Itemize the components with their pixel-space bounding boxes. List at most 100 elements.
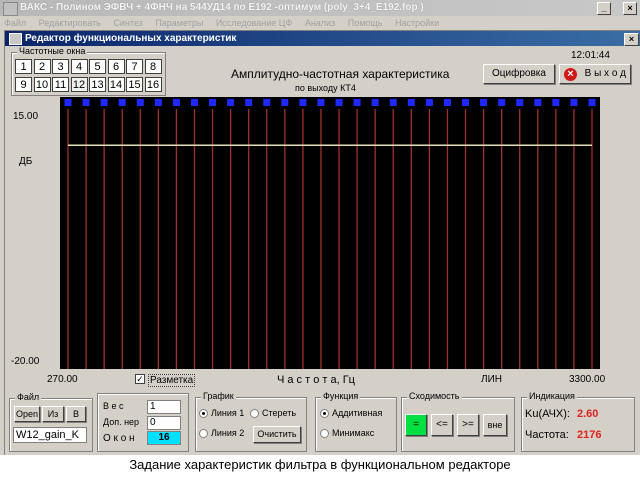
file-group-label: Файл [15,392,42,402]
line2-radio[interactable] [199,429,208,438]
menu-synthesis[interactable]: Синтез [113,16,142,30]
window-count-field[interactable]: 16 [147,431,181,445]
ge-button[interactable]: >= [457,414,479,436]
window-marker[interactable] [443,99,451,106]
erase-radio[interactable] [250,409,259,418]
additive-radio[interactable] [320,409,329,418]
window-marker[interactable] [570,99,578,106]
minimize-icon[interactable]: _ [597,2,611,15]
exit-button[interactable]: × В ы х о д [559,64,631,84]
window-marker[interactable] [462,99,470,106]
freq-window-button-1[interactable]: 1 [15,59,32,74]
window-marker[interactable] [245,99,253,106]
window-marker[interactable] [498,99,506,106]
freq-window-button-15[interactable]: 15 [126,77,143,92]
tolerance-field[interactable]: 0 [147,416,181,430]
freq-window-button-6[interactable]: 6 [107,59,125,74]
menu-settings[interactable]: Настройки [395,16,439,30]
freq-window-button-10[interactable]: 10 [33,77,51,92]
menu-analysis[interactable]: Анализ [305,16,335,30]
window-marker[interactable] [100,99,108,106]
freq-window-button-4[interactable]: 4 [70,59,88,74]
plot-area[interactable] [60,97,600,369]
app-title: ВАКС - Полином ЭФВЧ + 4ФНЧ на 544УД14 по… [20,2,424,13]
freq-windows-label: Частотные окна [17,46,88,56]
weight-field[interactable]: 1 [147,400,181,414]
freq-window-button-16[interactable]: 16 [144,77,162,92]
freq-window-button-8[interactable]: 8 [144,59,162,74]
freq-window-button-7[interactable]: 7 [126,59,143,74]
window-marker[interactable] [588,99,596,106]
chart-title: Амплитудно-частотная характеристика [231,67,450,81]
window-marker[interactable] [190,99,198,106]
window-marker[interactable] [371,99,379,106]
window-marker[interactable] [136,99,144,106]
freq-window-button-12[interactable]: 12 [70,77,88,92]
from-button[interactable]: Из [42,406,64,422]
window-marker[interactable] [552,99,560,106]
ku-value: 2.60 [577,408,599,420]
window-marker[interactable] [335,99,343,106]
window-marker[interactable] [172,99,180,106]
window-marker[interactable] [389,99,397,106]
window-marker[interactable] [227,99,235,106]
freq-window-button-11[interactable]: 11 [52,77,69,92]
caption: Задание характеристик фильтра в функцион… [0,455,640,480]
indication-group-label: Индикация [527,391,577,401]
minimax-radio[interactable] [320,429,329,438]
window-marker[interactable] [480,99,488,106]
editor-title: Редактор функциональных характеристик [25,33,237,44]
editor-close-icon[interactable]: × [624,33,639,46]
markup-checkbox[interactable]: ✓ [135,374,145,384]
digitize-button[interactable]: Оцифровка [483,64,555,84]
menu-file[interactable]: Файл [4,16,26,30]
additive-label: Аддитивная [332,408,383,418]
freq-window-button-13[interactable]: 13 [89,77,106,92]
open-button[interactable]: Open [14,406,40,422]
window-marker[interactable] [82,99,90,106]
menu-edit[interactable]: Редактировать [39,16,101,30]
convergence-group-label: Сходимость [407,391,462,401]
window-marker[interactable] [317,99,325,106]
freq-window-button-14[interactable]: 14 [107,77,125,92]
editor-icon [9,33,22,45]
window-marker[interactable] [516,99,524,106]
y-axis-bottom-label: -20.00 [11,356,40,367]
menu-params[interactable]: Параметры [155,16,203,30]
app-icon [3,2,18,16]
window-marker[interactable] [209,99,217,106]
clear-button[interactable]: Очистить [253,426,301,443]
x-scale-label: ЛИН [481,374,502,385]
window-marker[interactable] [353,99,361,106]
line2-label: Линия 2 [211,428,245,438]
le-button[interactable]: <= [431,414,453,436]
y-axis-unit-label: ДБ [19,156,33,167]
to-button[interactable]: В [66,406,86,422]
menu-help[interactable]: Помощь [348,16,383,30]
window-marker[interactable] [118,99,126,106]
line1-radio[interactable] [199,409,208,418]
window-marker[interactable] [263,99,271,106]
x-axis-title: Ч а с т о т а, Гц [277,374,355,386]
menu-research[interactable]: Исследование ЦФ [216,16,292,30]
window-marker[interactable] [154,99,162,106]
window-marker[interactable] [534,99,542,106]
freq-window-button-3[interactable]: 3 [52,59,69,74]
filename-field[interactable]: W12_gain_K [13,427,87,443]
window-marker[interactable] [425,99,433,106]
graph-group [195,397,307,452]
window-marker[interactable] [407,99,415,106]
eq-button[interactable]: = [405,414,427,436]
freq-window-button-9[interactable]: 9 [15,77,32,92]
window-marker[interactable] [64,99,72,106]
afc-chart [64,99,596,369]
markup-label: Разметка [148,374,196,387]
window-marker[interactable] [281,99,289,106]
tolerance-label: Доп. нер [103,417,140,427]
close-icon[interactable]: × [623,2,637,15]
freq-window-button-2[interactable]: 2 [33,59,51,74]
freq-window-button-5[interactable]: 5 [89,59,106,74]
menu-bar: Файл Редактировать Синтез Параметры Иссл… [0,16,640,30]
out-button[interactable]: вне [483,414,507,436]
window-marker[interactable] [299,99,307,106]
